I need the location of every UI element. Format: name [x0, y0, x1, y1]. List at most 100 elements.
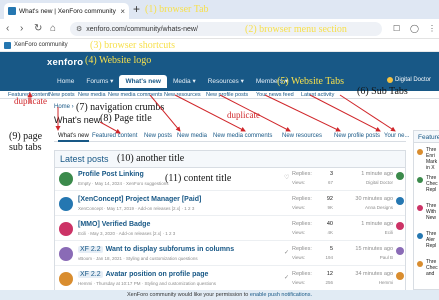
page-tab-new-profile-posts[interactable]: New profile posts — [334, 133, 380, 139]
status-icon: ♡ — [284, 175, 290, 181]
browser-tab-bar: What's new | XenForo community × + — [0, 0, 439, 19]
reload-icon[interactable]: ↻ — [34, 23, 42, 34]
replies-label: Replies: — [292, 221, 312, 227]
views-label: Views: — [292, 280, 306, 285]
thread-title-text: [XenConcept] Project Manager [Paid] — [78, 196, 202, 203]
replies-label: Replies: — [292, 271, 312, 277]
subtab-new-resources[interactable]: New resources — [164, 92, 201, 98]
page-tab-whats-new[interactable]: What's new — [58, 133, 89, 142]
views-label: Views: — [292, 230, 306, 235]
new-tab-button[interactable]: + — [133, 2, 140, 16]
home-icon[interactable]: ⌂ — [50, 23, 56, 34]
page-tab-new-media[interactable]: New media — [177, 133, 207, 139]
list-item[interactable]: [MMO] Verified Badge Ecili · May 3, 2020 … — [55, 218, 405, 241]
avatar[interactable] — [59, 247, 73, 261]
avatar[interactable] — [396, 247, 404, 255]
page-tabs: What's new Featured content New posts Ne… — [54, 132, 409, 142]
thread-title[interactable]: [MMO] Verified Badge — [78, 221, 150, 228]
list-item[interactable]: XF 2.2 Want to display subforums in colum… — [55, 243, 405, 266]
annotation-website-logo: (4) Website logo — [85, 55, 152, 66]
annotation-browser-menu: (2) browser menu section — [245, 24, 347, 35]
close-icon[interactable]: × — [120, 7, 125, 16]
replies-count: 3 — [329, 171, 333, 177]
views-count: 194 — [325, 255, 333, 260]
thread-meta: Ecili · May 3, 2020 · Add-on releases [2… — [78, 231, 176, 236]
user-name: Digital Doctor — [395, 77, 432, 83]
list-item[interactable]: [XenConcept] Project Manager [Paid] XenCo… — [55, 193, 405, 216]
sidebar-item-label: Thre Enri Mark in X — [426, 147, 438, 171]
avatar[interactable] — [59, 172, 73, 186]
page-title: What's new — [54, 115, 101, 125]
page-tab-new-media-comments[interactable]: New media comments — [213, 133, 272, 139]
last-post-user[interactable]: Ecili — [343, 230, 393, 235]
last-post-user[interactable]: Anna Designs — [343, 205, 393, 210]
tab-home[interactable]: Home — [51, 75, 80, 88]
avatar[interactable] — [396, 172, 404, 180]
tab-media[interactable]: Media ▾ — [167, 74, 202, 88]
thread-prefix[interactable]: XF 2.2 — [78, 271, 103, 278]
bookmark-star-icon[interactable]: ☐ — [393, 24, 400, 33]
thread-title[interactable]: Profile Post Linking — [78, 171, 144, 178]
thread-meta: Empty · May 14, 2024 · XenForo suggestio… — [78, 181, 169, 186]
avatar[interactable] — [59, 222, 73, 236]
replies-count: 40 — [326, 221, 333, 227]
tab-forums[interactable]: Forums ▾ — [80, 74, 119, 88]
last-post-time[interactable]: 1 minute ago — [343, 221, 393, 227]
thread-title-text: [MMO] Verified Badge — [78, 221, 151, 228]
subtab-your-news-feed[interactable]: Your news feed — [256, 92, 294, 98]
subtab-new-media[interactable]: New media — [78, 92, 106, 98]
forward-arrow-icon[interactable]: › — [20, 23, 23, 34]
xenforo-bookmark-icon — [4, 41, 11, 49]
page-tab-featured-content[interactable]: Featured content — [92, 133, 137, 139]
thread-title[interactable]: [XenConcept] Project Manager [Paid] — [78, 196, 201, 203]
avatar[interactable] — [396, 272, 404, 280]
site-info-icon[interactable]: ⚙ — [76, 25, 82, 33]
block-title[interactable]: Latest posts — [60, 154, 109, 164]
avatar[interactable] — [59, 197, 73, 211]
menu-icon[interactable]: ⋮ — [428, 24, 436, 33]
sidebar-title[interactable]: Featured — [414, 131, 439, 143]
replies-label: Replies: — [292, 246, 312, 252]
last-post-time[interactable]: 1 minute ago — [343, 171, 393, 177]
browser-tab[interactable]: What's new | XenForo community × — [4, 3, 129, 19]
page-tab-new-posts[interactable]: New posts — [144, 133, 172, 139]
sidebar-item-label: Thre Chec and — [426, 259, 438, 277]
last-post-user[interactable]: Digital Doctor — [343, 180, 393, 185]
bookmark-xenforo[interactable]: XenForo community — [14, 42, 68, 48]
tab-whats-new[interactable]: What's new — [119, 75, 167, 88]
avatar — [387, 77, 393, 83]
user-menu[interactable]: Digital Doctor — [387, 77, 431, 83]
annotation-sub-tabs: (6) Sub Tabs — [357, 86, 408, 97]
last-post-time[interactable]: 15 minutes ago — [343, 246, 393, 252]
last-post-user[interactable]: Hemmi — [343, 280, 393, 285]
site-logo[interactable]: xenforo — [47, 57, 83, 68]
breadcrumb[interactable]: Home › — [54, 104, 74, 110]
thread-title-text: Profile Post Linking — [78, 171, 144, 178]
page-tab-your-news-feed[interactable]: Your ne... — [384, 133, 409, 139]
subtab-new-profile-posts[interactable]: New profile posts — [206, 92, 248, 98]
thread-title-text: Want to display subforums in columns — [105, 246, 235, 253]
arrow-dup-7 — [264, 94, 341, 132]
annotation-page-sub-tabs: (9) page sub tabs — [9, 131, 43, 153]
thread-title[interactable]: XF 2.2 Avatar position on profile page — [78, 271, 208, 278]
arrow-dup-9 — [339, 94, 396, 132]
thread-prefix[interactable]: XF 2.2 — [78, 246, 103, 253]
avatar[interactable] — [396, 222, 404, 230]
subtab-latest-activity[interactable]: Latest activity — [301, 92, 334, 98]
profile-icon[interactable]: ◯ — [410, 24, 419, 33]
thread-title[interactable]: XF 2.2 Want to display subforums in colum… — [78, 246, 234, 253]
avatar[interactable] — [396, 197, 404, 205]
subtab-new-posts[interactable]: New posts — [49, 92, 75, 98]
last-post-time[interactable]: 34 minutes ago — [343, 271, 393, 277]
avatar[interactable] — [59, 272, 73, 286]
back-arrow-icon[interactable]: ‹ — [6, 23, 9, 34]
replies-label: Replies: — [292, 196, 312, 202]
last-post-user[interactable]: Paul B — [343, 255, 393, 260]
subtab-new-media-comments[interactable]: New media comments — [108, 92, 162, 98]
list-item[interactable]: XF 2.2 Avatar position on profile page Hem… — [55, 268, 405, 291]
enable-push-link[interactable]: enable push notifications. — [250, 292, 312, 298]
tab-resources[interactable]: Resources ▾ — [202, 74, 250, 88]
replies-count: 92 — [326, 196, 333, 202]
page-tab-new-resources[interactable]: New resources — [282, 133, 322, 139]
last-post-time[interactable]: 30 minutes ago — [343, 196, 393, 202]
